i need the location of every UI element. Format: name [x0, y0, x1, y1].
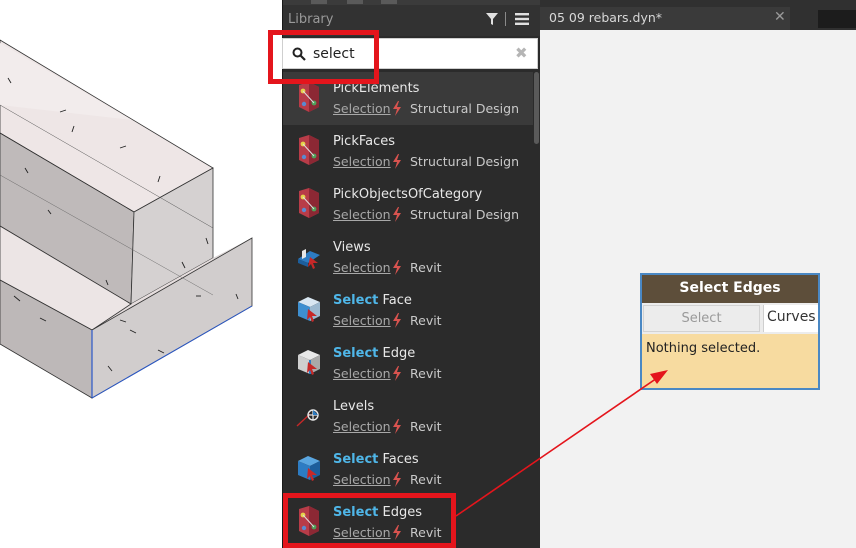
levels-icon	[296, 400, 322, 430]
search-match-highlight: Select	[333, 293, 379, 308]
top-tab-stub[interactable]	[347, 0, 363, 4]
result-item-category[interactable]: Selection	[333, 207, 391, 222]
result-item-category[interactable]: Selection	[333, 154, 391, 169]
search-results-list: PickElements Selection Structural Design Pi…	[283, 72, 541, 548]
node-select-button[interactable]: Select	[643, 305, 760, 332]
result-item-library: Structural Design	[410, 207, 519, 222]
search-highlight-box	[268, 30, 379, 84]
result-item-category[interactable]: Selection	[333, 472, 391, 487]
result-item-name-rest: Edge	[378, 346, 416, 361]
result-item-library: Revit	[410, 260, 442, 275]
node-body: Select Curves	[642, 303, 818, 334]
result-item-name: Levels	[333, 399, 375, 414]
result-item-select-face[interactable]: Select Face Selection Revit	[283, 284, 533, 337]
structural-node-icon	[296, 135, 322, 165]
result-item-name: Views	[333, 240, 371, 255]
result-item-library: Revit	[410, 419, 442, 434]
result-item-name: PickFaces	[333, 134, 396, 149]
lightning-icon	[392, 472, 402, 487]
graph-canvas[interactable]: 05 09 rebars.dyn* ✕ Select Edges Select …	[540, 0, 856, 548]
result-item-library: Revit	[410, 472, 442, 487]
header-divider	[505, 12, 506, 26]
select-edge-icon	[296, 347, 322, 377]
result-item-category[interactable]: Selection	[333, 260, 391, 275]
result-item-pickobjectsofcategory[interactable]: PickObjectsOfCategory Selection Structural…	[283, 178, 533, 231]
result-item-library: Revit	[410, 313, 442, 328]
select-edges-highlight-box	[283, 493, 456, 548]
clear-search-icon[interactable]: ✖	[515, 44, 528, 62]
node-header[interactable]: Select Edges	[642, 275, 818, 303]
revit-model-view	[0, 39, 253, 399]
filter-icon[interactable]	[485, 12, 499, 26]
lightning-icon	[392, 207, 402, 222]
lightning-icon	[392, 154, 402, 169]
lightning-icon	[392, 366, 402, 381]
revit-3d-viewport[interactable]	[0, 0, 282, 548]
result-item-levels[interactable]: Levels Selection Revit	[283, 390, 533, 443]
tab-rebars-dyn[interactable]: 05 09 rebars.dyn* ✕	[540, 7, 790, 30]
result-item-name-rest: Face	[378, 293, 412, 308]
top-tab-stub[interactable]	[381, 0, 397, 4]
result-item-category[interactable]: Selection	[333, 101, 391, 116]
library-title: Library	[288, 12, 334, 27]
result-item-category[interactable]: Selection	[333, 366, 391, 381]
result-item-name: Select Edge	[333, 346, 415, 361]
result-item-library: Structural Design	[410, 101, 519, 116]
tab-bar-overflow	[818, 10, 856, 28]
result-item-name-rest: Faces	[378, 452, 419, 467]
node-status-text: Nothing selected.	[646, 341, 761, 356]
result-item-name: PickObjectsOfCategory	[333, 187, 483, 202]
search-match-highlight: Select	[333, 452, 379, 467]
result-item-select-edge[interactable]: Select Edge Selection Revit	[283, 337, 533, 390]
structural-node-icon	[296, 188, 322, 218]
result-item-library: Structural Design	[410, 154, 519, 169]
result-item-library: Revit	[410, 366, 442, 381]
result-item-category[interactable]: Selection	[333, 419, 391, 434]
lightning-icon	[392, 101, 402, 116]
result-item-category[interactable]: Selection	[333, 313, 391, 328]
select-edges-node[interactable]: Select Edges Select Curves Nothing selec…	[640, 273, 820, 390]
select-face-icon	[296, 294, 322, 324]
lightning-icon	[392, 313, 402, 328]
search-match-highlight: Select	[333, 346, 379, 361]
close-tab-icon[interactable]: ✕	[774, 9, 786, 25]
result-item-name: Select Faces	[333, 452, 419, 467]
workspace-tab-bar: 05 09 rebars.dyn* ✕	[540, 0, 856, 30]
node-title: Select Edges	[679, 280, 781, 296]
node-output-port[interactable]: Curves	[763, 305, 818, 332]
panel-top-strip	[283, 0, 541, 5]
result-item-name: Select Face	[333, 293, 412, 308]
result-item-views[interactable]: Views Selection Revit	[283, 231, 533, 284]
scrollbar-thumb[interactable]	[534, 72, 539, 144]
result-item-pickfaces[interactable]: PickFaces Selection Structural Design	[283, 125, 533, 178]
lightning-icon	[392, 260, 402, 275]
app-window: Library ✖ PickElementsSelectionStructura…	[0, 0, 856, 548]
views-icon	[296, 241, 322, 271]
results-scrollbar[interactable]	[533, 72, 539, 548]
tab-label: 05 09 rebars.dyn*	[549, 10, 663, 25]
structural-node-icon	[296, 82, 322, 112]
lightning-icon	[392, 419, 402, 434]
select-faces-icon	[296, 453, 322, 483]
top-tab-stub[interactable]	[311, 0, 327, 4]
list-layout-icon[interactable]	[514, 12, 530, 26]
result-item-select-faces[interactable]: Select Faces Selection Revit	[283, 443, 533, 496]
